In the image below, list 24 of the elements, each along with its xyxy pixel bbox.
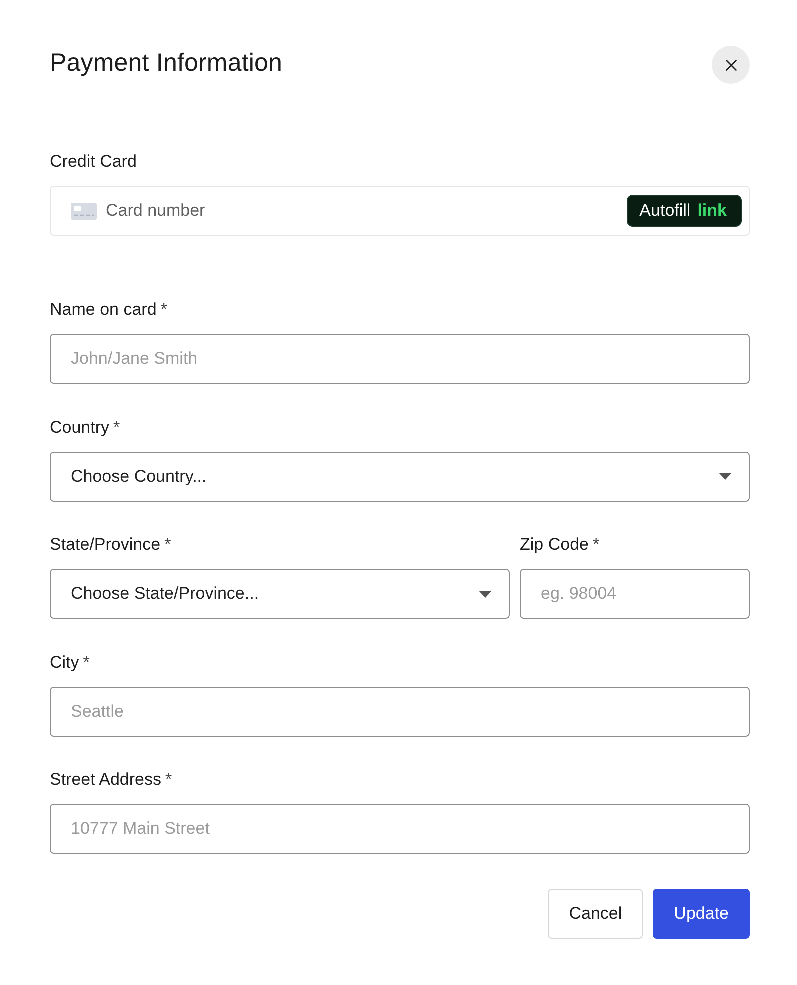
field-label: Street Address * [50, 770, 172, 790]
cancel-button[interactable]: Cancel [548, 889, 644, 939]
card-number-input[interactable]: Card number [106, 199, 627, 223]
field-label: State/Province * [50, 535, 172, 555]
text-input[interactable]: John/Jane Smith [50, 334, 750, 384]
field-label: Credit Card [50, 152, 137, 172]
field-label: Name on card * [50, 300, 168, 320]
close-icon [726, 60, 736, 70]
close-button[interactable] [712, 46, 750, 84]
caret-icon [719, 473, 732, 480]
field-label: Zip Code * [520, 535, 600, 555]
card-icon [71, 202, 97, 220]
field-label: City * [50, 652, 90, 672]
update-button[interactable]: Update [653, 889, 750, 939]
autofill-button[interactable]: Autofill link [626, 195, 742, 227]
dialog-title: Payment Information [50, 48, 283, 79]
text-input[interactable]: 10777 Main Street [50, 804, 750, 854]
caret-icon [479, 590, 492, 598]
dropdown-select[interactable]: Choose Country... [50, 452, 750, 502]
card-field[interactable]: Card number Autofill link [50, 186, 750, 236]
dropdown-select[interactable]: Choose State/Province... [50, 569, 510, 619]
text-input[interactable]: eg. 98004 [520, 569, 750, 619]
field-label: Country * [50, 418, 120, 438]
text-input[interactable]: Seattle [50, 686, 750, 736]
